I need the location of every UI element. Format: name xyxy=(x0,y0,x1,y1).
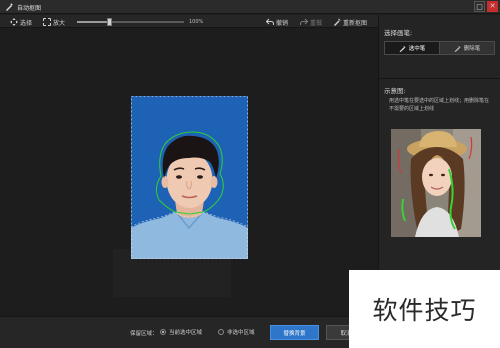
delete-pen-tab[interactable]: 删除笔 xyxy=(439,42,494,54)
radio-dot-selected xyxy=(160,329,166,335)
undo-label: 撤销 xyxy=(276,19,289,27)
undo-button[interactable]: 撤销 xyxy=(266,18,289,27)
delete-pen-label: 删除笔 xyxy=(463,46,481,52)
select-pen-label: 选中笔 xyxy=(408,46,426,52)
select-pen-tab[interactable]: 选中笔 xyxy=(385,42,439,54)
zoom-slider[interactable] xyxy=(77,18,184,26)
example-photo xyxy=(391,129,481,237)
redo-button[interactable]: 重做 xyxy=(300,18,323,27)
instructions-text: 用选中笔在要选中的区域上划线；用删除笔在不需要的区域上划线 xyxy=(389,98,490,112)
select-tool-button[interactable]: 选择 xyxy=(10,18,33,27)
expand-icon xyxy=(43,18,51,26)
zoom-percent: 100% xyxy=(189,19,204,25)
brush-icon xyxy=(334,18,341,26)
redraw-button[interactable]: 重新抠图 xyxy=(333,18,368,27)
pen-tabs: 选中笔 删除笔 xyxy=(384,41,495,55)
zoom-slider-fill xyxy=(77,21,110,23)
zoom-in-button[interactable]: 放大 xyxy=(43,18,66,27)
select-move-icon xyxy=(10,18,18,26)
window-title: 自动抠图 xyxy=(17,5,42,12)
redraw-label: 重新抠图 xyxy=(343,19,368,27)
radio-unselected-area[interactable]: 非选中区域 xyxy=(218,328,255,336)
portrait-photo[interactable] xyxy=(131,96,248,259)
redo-label: 重做 xyxy=(310,19,323,27)
title-bar: 自动抠图 □ ✕ xyxy=(0,0,500,14)
radio-current-selection-label: 当前选中区域 xyxy=(169,330,203,336)
replace-background-button[interactable]: 替换背景 xyxy=(270,325,319,340)
eraser-icon xyxy=(454,45,461,52)
zoom-in-label: 放大 xyxy=(53,19,66,27)
radio-dot-unselected xyxy=(218,329,224,335)
pen-icon xyxy=(399,45,406,52)
portrait-image xyxy=(131,96,248,259)
undo-icon xyxy=(266,18,274,25)
select-tool-label: 选择 xyxy=(20,19,33,27)
bottom-bar: 保留区域： 当前选中区域 非选中区域 替换背景 取消 xyxy=(0,316,378,348)
redo-icon xyxy=(300,18,308,25)
watermark: 软件技巧 xyxy=(349,270,500,348)
close-button[interactable]: ✕ xyxy=(487,1,498,12)
panel-divider xyxy=(379,78,500,79)
radio-current-selection[interactable]: 当前选中区域 xyxy=(160,328,202,336)
radio-unselected-area-label: 非选中区域 xyxy=(227,330,255,336)
example-image xyxy=(391,129,481,237)
maximize-button[interactable]: □ xyxy=(474,1,485,12)
keep-area-label: 保留区域： xyxy=(130,331,158,337)
zoom-slider-thumb[interactable] xyxy=(107,18,113,26)
app-icon xyxy=(6,3,13,11)
example-heading: 示意图: xyxy=(384,87,406,95)
pen-heading: 选择画笔: xyxy=(384,29,413,37)
toolbar: 选择 放大 100% 撤销 重做 重新抠图 xyxy=(0,15,378,28)
canvas-area[interactable] xyxy=(0,29,378,316)
